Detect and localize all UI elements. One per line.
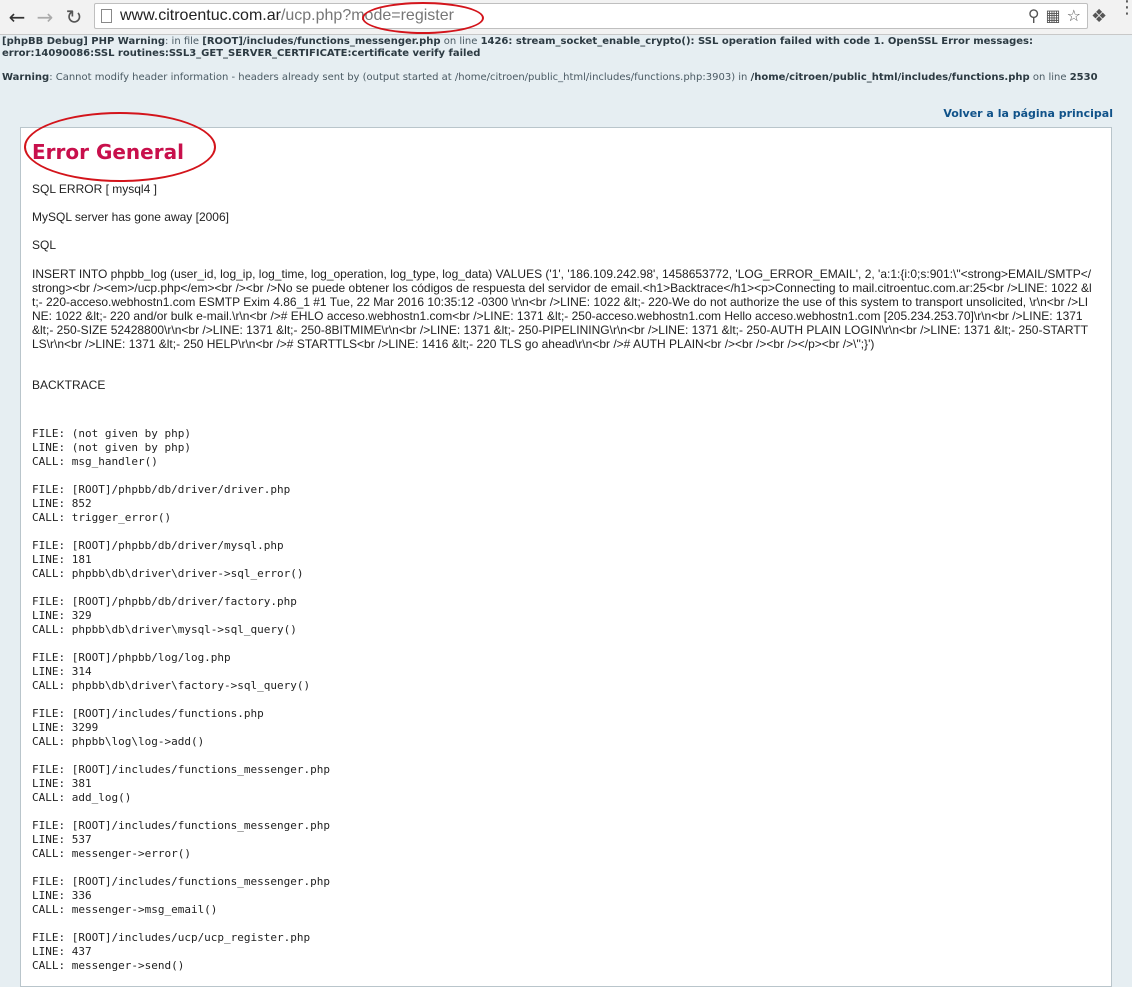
backtrace-line: LINE: 537 bbox=[32, 833, 92, 846]
url-text[interactable]: www.citroentuc.com.ar/ucp.php?mode=regis… bbox=[120, 7, 454, 25]
backtrace-call: CALL: phpbb\db\driver\factory->sql_query… bbox=[32, 679, 311, 692]
warning-text: on line bbox=[440, 36, 481, 47]
backtrace-file: FILE: [ROOT]/phpbb/db/driver/factory.php bbox=[32, 595, 297, 608]
backtrace-line: LINE: (not given by php) bbox=[32, 441, 191, 454]
backtrace-line: LINE: 381 bbox=[32, 777, 92, 790]
warning-line: 2530 bbox=[1069, 72, 1098, 83]
arrow-right-icon[interactable]: → bbox=[33, 5, 57, 29]
menu-icon[interactable]: ⋮ bbox=[1118, 0, 1132, 17]
backtrace-call: CALL: msg_handler() bbox=[32, 455, 158, 468]
backtrace-call: CALL: messenger->msg_email() bbox=[32, 903, 218, 916]
warning-text: : Cannot modify header information - hea… bbox=[49, 72, 751, 83]
server-message: MySQL server has gone away [2006] bbox=[32, 210, 229, 224]
omnibox-icons: ⚲ ▦ ☆ bbox=[1022, 6, 1081, 25]
backtrace-line: LINE: 852 bbox=[32, 497, 92, 510]
warning-file: /home/citroen/public_html/includes/funct… bbox=[750, 72, 1030, 83]
backtrace-call: CALL: trigger_error() bbox=[32, 511, 172, 524]
warning-line: 1426 bbox=[480, 36, 509, 47]
backtrace-entry: FILE: [ROOT]/phpbb/db/driver/driver.php L… bbox=[32, 483, 330, 525]
php-debug-warning-cont: error:14090086:SSL routines:SSL3_GET_SER… bbox=[2, 48, 480, 60]
warning-message: : stream_socket_enable_crypto(): SSL ope… bbox=[508, 36, 1033, 47]
page-icon bbox=[101, 9, 112, 23]
error-panel: Error General SQL ERROR [ mysql4 ] MySQL… bbox=[20, 127, 1112, 987]
backtrace-file: FILE: [ROOT]/includes/functions_messenge… bbox=[32, 819, 331, 832]
backtrace-call: CALL: phpbb\db\driver\driver->sql_error(… bbox=[32, 567, 304, 580]
backtrace-call: CALL: phpbb\db\driver\mysql->sql_query() bbox=[32, 623, 297, 636]
backtrace-call: CALL: add_log() bbox=[32, 791, 132, 804]
star-icon[interactable]: ☆ bbox=[1067, 6, 1081, 25]
backtrace-label: BACKTRACE bbox=[32, 378, 106, 392]
backtrace-call: CALL: messenger->error() bbox=[32, 847, 191, 860]
backtrace-file: FILE: [ROOT]/includes/functions_messenge… bbox=[32, 875, 331, 888]
puzzle-extension-icon[interactable]: ❖ bbox=[1091, 6, 1107, 27]
backtrace-file: FILE: [ROOT]/phpbb/db/driver/mysql.php bbox=[32, 539, 284, 552]
backtrace-file: FILE: (not given by php) bbox=[32, 427, 191, 440]
backtrace-call: CALL: phpbb\log\log->add() bbox=[32, 735, 205, 748]
backtrace-line: LINE: 3299 bbox=[32, 721, 99, 734]
url-path: /ucp.php?mode=register bbox=[280, 7, 454, 24]
backtrace-file: FILE: [ROOT]/phpbb/db/driver/driver.php bbox=[32, 483, 291, 496]
backtrace-file: FILE: [ROOT]/includes/functions_messenge… bbox=[32, 763, 331, 776]
warning-label: Warning bbox=[2, 72, 50, 83]
reload-icon[interactable]: ↻ bbox=[62, 5, 86, 29]
key-icon[interactable]: ⚲ bbox=[1028, 6, 1040, 25]
backtrace-entry: FILE: [ROOT]/phpbb/db/driver/mysql.php LI… bbox=[32, 539, 330, 581]
backtrace-line: LINE: 437 bbox=[32, 945, 92, 958]
translate-icon[interactable]: ▦ bbox=[1046, 6, 1061, 25]
browser-toolbar: ← → ↻ www.citroentuc.com.ar/ucp.php?mode… bbox=[0, 0, 1132, 35]
warning-file: [ROOT]/includes/functions_messenger.php bbox=[202, 36, 441, 47]
php-warning-headers: Warning: Cannot modify header informatio… bbox=[2, 72, 1098, 84]
backtrace-entry: FILE: [ROOT]/includes/functions_messenge… bbox=[32, 875, 330, 917]
backtrace-entry: FILE: [ROOT]/includes/ucp/ucp_register.p… bbox=[32, 931, 330, 973]
backtrace-entry: FILE: [ROOT]/includes/functions_messenge… bbox=[32, 763, 330, 805]
warning-text: : in file bbox=[165, 36, 203, 47]
backtrace-entry: FILE: [ROOT]/includes/functions.php LINE:… bbox=[32, 707, 330, 749]
backtrace-call: CALL: messenger->send() bbox=[32, 959, 185, 972]
sql-label: SQL bbox=[32, 238, 57, 252]
warning-label: [phpBB Debug] PHP Warning bbox=[2, 36, 165, 47]
backtrace-entry: FILE: [ROOT]/phpbb/log/log.php LINE: 314 C… bbox=[32, 651, 330, 693]
backtrace-entry: FILE: [ROOT]/includes/functions_messenge… bbox=[32, 819, 330, 861]
backtrace-line: LINE: 181 bbox=[32, 553, 92, 566]
warning-text: on line bbox=[1029, 72, 1070, 83]
sql-query: INSERT INTO phpbb_log (user_id, log_ip, … bbox=[32, 267, 1092, 351]
backtrace-entry: FILE: [ROOT]/phpbb/db/driver/factory.php… bbox=[32, 595, 330, 637]
backtrace-file: FILE: [ROOT]/phpbb/log/log.php bbox=[32, 651, 231, 664]
page-title: Error General bbox=[32, 140, 184, 164]
backtrace-line: LINE: 336 bbox=[32, 889, 92, 902]
backtrace-line: LINE: 329 bbox=[32, 609, 92, 622]
arrow-left-icon[interactable]: ← bbox=[5, 5, 29, 29]
backtrace-list: FILE: (not given by php) LINE: (not given… bbox=[32, 427, 330, 987]
php-debug-warning: [phpBB Debug] PHP Warning: in file [ROOT… bbox=[2, 36, 1033, 48]
backtrace-file: FILE: [ROOT]/includes/functions.php bbox=[32, 707, 264, 720]
backtrace-line: LINE: 314 bbox=[32, 665, 92, 678]
backtrace-entry: FILE: (not given by php) LINE: (not given… bbox=[32, 427, 330, 469]
back-to-index-link[interactable]: Volver a la página principal bbox=[943, 107, 1113, 120]
url-host: www.citroentuc.com.ar bbox=[120, 7, 281, 24]
backtrace-file: FILE: [ROOT]/includes/ucp/ucp_register.p… bbox=[32, 931, 311, 944]
address-bar[interactable]: www.citroentuc.com.ar/ucp.php?mode=regis… bbox=[94, 3, 1088, 29]
sql-error-heading: SQL ERROR [ mysql4 ] bbox=[32, 182, 157, 196]
warning-message: error:14090086:SSL routines:SSL3_GET_SER… bbox=[2, 48, 481, 59]
